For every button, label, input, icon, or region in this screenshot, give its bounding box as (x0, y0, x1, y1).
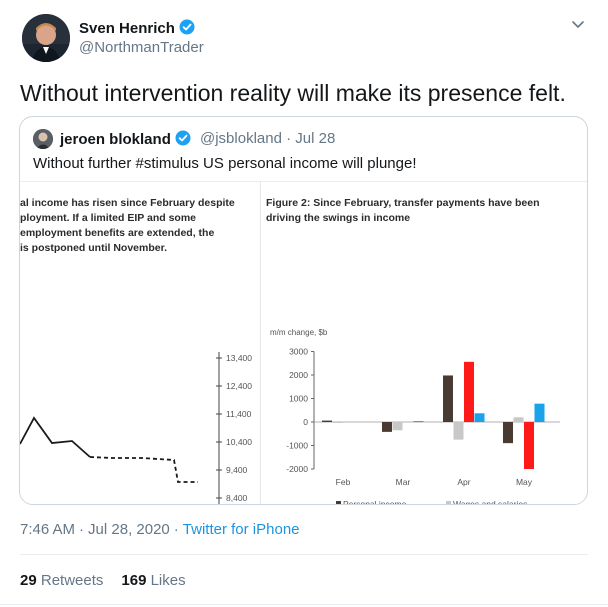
bar-eip (464, 361, 474, 422)
x-axis-tick-label: Feb (336, 477, 351, 487)
divider (20, 554, 588, 555)
chevron-down-icon[interactable] (570, 18, 586, 32)
y-axis-tick-label: 0 (303, 417, 308, 427)
bar-wages-and-salaries (332, 422, 343, 423)
y-axis-tick-label: 3000 (289, 347, 308, 357)
tweet-date[interactable]: Jul 28, 2020 (88, 521, 170, 538)
bar-eip (524, 422, 534, 469)
bar-personal-income (382, 422, 392, 432)
quoted-media-image[interactable]: al income has risen since February despi… (20, 181, 587, 504)
series-line-personal-income-forecast (89, 456, 198, 483)
right-axis-tick-label: 9,400 (226, 465, 248, 475)
quoted-author-name-row: jeroen blokland (60, 130, 191, 150)
y-axis-tick-label: -1000 (286, 441, 308, 451)
x-axis-tick-label: May (516, 477, 533, 487)
quoted-author-name: jeroen blokland (60, 131, 171, 148)
quoted-date: Jul 28 (295, 130, 336, 147)
likes-label[interactable]: Likes (151, 572, 186, 589)
likes-stat[interactable]: 169 Likes (121, 572, 185, 589)
quoted-handle-row: @jsblokland · Jul 28 (200, 130, 336, 147)
retweets-count[interactable]: 29 (20, 572, 37, 589)
y-axis-tick-label: -2000 (286, 464, 308, 474)
left-line-chart: 13,40012,40011,40010,4009,4008,400Apr20J… (20, 352, 252, 504)
tweet-timestamp[interactable]: 7:46 AM · Jul 28, 2020 · Twitter for iPhone (20, 521, 300, 538)
retweets-stat[interactable]: 29 Retweets (20, 572, 103, 589)
right-axis-tick-label: 12,400 (226, 381, 252, 391)
bar-personal-income (443, 375, 453, 422)
x-axis-tick-label: Mar (396, 477, 411, 487)
verified-badge-icon (175, 130, 191, 150)
bar-unemployment-insurance (474, 413, 485, 422)
legend-swatch (446, 501, 451, 504)
bar-personal-income (322, 420, 332, 422)
tweet-stats: 29 Retweets 169 Likes (20, 572, 186, 589)
bar-unemployment-insurance (534, 403, 545, 422)
bar-wages-and-salaries (392, 422, 403, 431)
right-axis-tick-label: 13,400 (226, 353, 252, 363)
verified-badge-icon (179, 19, 195, 39)
quoted-author-avatar (33, 129, 53, 149)
legend-swatch (336, 501, 341, 504)
quoted-author-handle: @jsblokland (200, 130, 282, 147)
tweet-text: Without intervention reality will make i… (20, 80, 566, 106)
y-axis-label: m/m change, $b (270, 328, 328, 337)
tweet-time[interactable]: 7:46 AM (20, 521, 75, 538)
bar-unemployment-insurance (413, 421, 424, 423)
quoted-tweet[interactable]: jeroen blokland @jsblokland · Jul 28 Wit… (19, 116, 588, 505)
legend-label: Wages and salaries (453, 499, 527, 505)
author-avatar[interactable] (22, 14, 70, 62)
x-axis-tick-label: Apr (457, 477, 470, 487)
author-handle[interactable]: @NorthmanTrader (79, 39, 204, 56)
bar-wages-and-salaries (513, 417, 524, 422)
series-line-personal-income (20, 416, 91, 458)
tweet-header: Sven Henrich @NorthmanTrader (20, 12, 588, 62)
author-name[interactable]: Sven Henrich (79, 20, 175, 37)
likes-count[interactable]: 169 (121, 572, 146, 589)
legend-label: Personal income (343, 499, 407, 505)
right-axis-tick-label: 11,400 (226, 409, 252, 419)
right-axis-tick-label: 8,400 (226, 493, 248, 503)
right-bar-chart: m/m change, $b 3000 2000 1000 0 -1000 -2000 Feb… (270, 328, 560, 505)
y-axis-tick-label: 1000 (289, 394, 308, 404)
retweets-label[interactable]: Retweets (41, 572, 104, 589)
right-axis-tick-label: 10,400 (226, 437, 252, 447)
divider (0, 604, 608, 605)
tweet-source-link[interactable]: Twitter for iPhone (183, 521, 300, 538)
bar-wages-and-salaries (453, 422, 464, 440)
y-axis-tick-label: 2000 (289, 370, 308, 380)
quoted-text: Without further #stimulus US personal in… (33, 155, 417, 172)
bar-personal-income (503, 422, 513, 444)
author-name-row[interactable]: Sven Henrich (79, 19, 195, 39)
